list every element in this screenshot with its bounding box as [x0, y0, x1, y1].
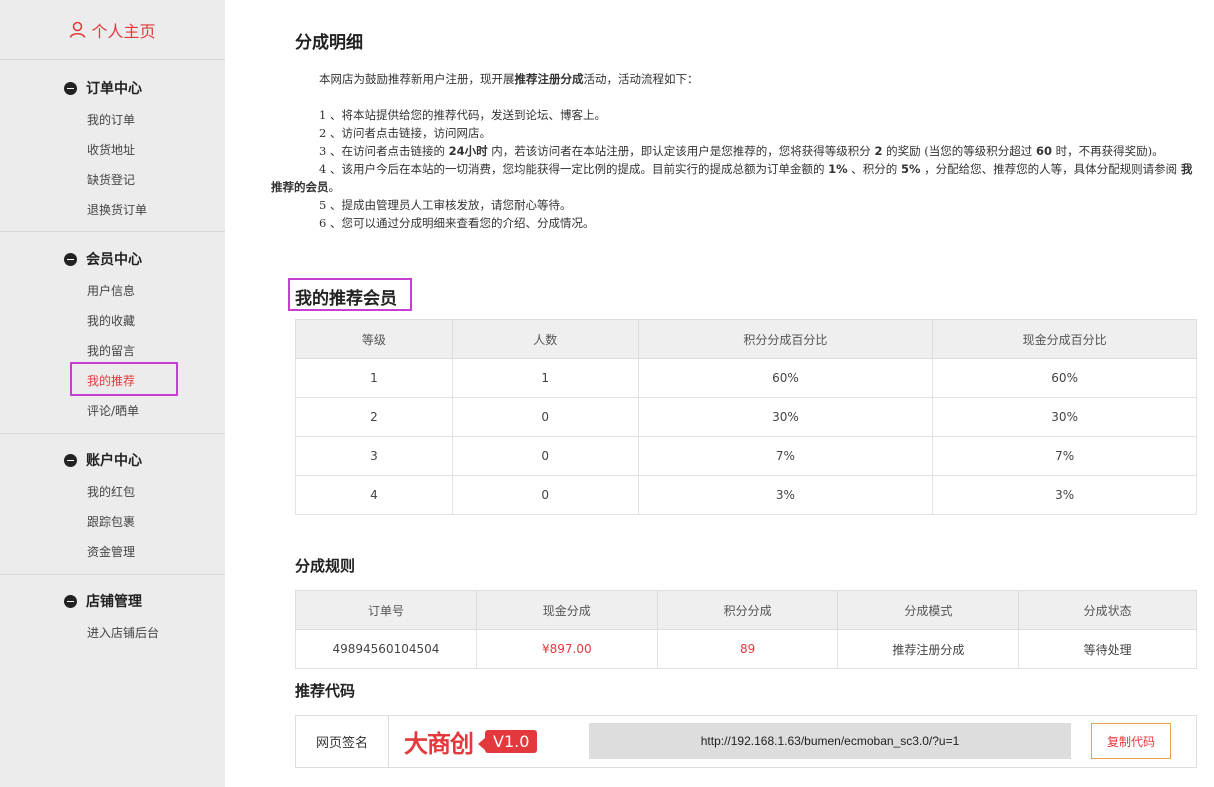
menu-item-address[interactable]: 收货地址 — [87, 141, 135, 158]
column-header: 人数 — [451, 319, 639, 359]
menu-group-member: 会员中心 用户信息 我的收藏 我的留言 我的推荐 评论/晒单 — [0, 232, 225, 434]
intro-text: 本网店为鼓励推荐新用户注册，现开展推荐注册分成活动，活动流程如下： 1 、将本站… — [271, 70, 1200, 232]
table-cell: 0 — [451, 397, 639, 437]
group-title-store[interactable]: 店铺管理 — [64, 591, 142, 611]
table-cell: 30% — [637, 397, 934, 437]
table-cell: 7% — [932, 436, 1197, 476]
table-row: 3 0 7% 7% — [295, 436, 1197, 476]
highlight-box-title — [288, 278, 412, 311]
column-header: 积分分成百分比 — [637, 319, 934, 359]
table-row: 49894560104504 ¥897.00 89 推荐注册分成 等待处理 — [295, 629, 1197, 669]
rule-line-6: 6 、您可以通过分成明细来查看您的介绍、分成情况。 — [319, 216, 595, 230]
table-cell: 3 — [295, 436, 453, 476]
menu-item-messages[interactable]: 我的留言 — [87, 342, 135, 359]
group-title-orders[interactable]: 订单中心 — [64, 78, 142, 98]
table-cell: 3% — [932, 475, 1197, 515]
collapse-icon — [64, 594, 77, 608]
rule-line-1: 1 、将本站提供给您的推荐代码，发送到论坛、博客上。 — [319, 108, 606, 122]
table-header-row: 订单号 现金分成 积分分成 分成模式 分成状态 — [295, 590, 1197, 630]
menu-item-funds[interactable]: 资金管理 — [87, 543, 135, 560]
column-header: 现金分成 — [475, 590, 658, 630]
menu-item-track-package[interactable]: 跟踪包裹 — [87, 513, 135, 530]
table-cell: 30% — [932, 397, 1197, 437]
rules-table: 订单号 现金分成 积分分成 分成模式 分成状态 49894560104504 ¥… — [295, 590, 1197, 669]
table-cell: 60% — [932, 358, 1197, 398]
page-title: 分成明细 — [295, 33, 363, 53]
rule-line-3: 3 、在访问者点击链接的 24小时 内，若该访问者在本站注册，即认定该用户是您推… — [319, 144, 1164, 158]
menu-item-returns[interactable]: 退换货订单 — [87, 201, 147, 218]
table-row: 1 1 60% 60% — [295, 358, 1197, 398]
referral-code-box: 网页签名 大商创 V1.0 复制代码 — [295, 715, 1197, 768]
table-cell: 7% — [637, 436, 934, 476]
table-cell: 1 — [451, 358, 639, 398]
intro-paragraph: 本网店为鼓励推荐新用户注册，现开展推荐注册分成活动，活动流程如下： — [319, 72, 699, 86]
menu-group-orders: 订单中心 我的订单 收货地址 缺货登记 退换货订单 — [0, 60, 225, 232]
table-cell: 3% — [637, 475, 934, 515]
members-table: 等级 人数 积分分成百分比 现金分成百分比 1 1 60% 60% 2 0 30… — [295, 319, 1197, 515]
table-row: 2 0 30% 30% — [295, 397, 1197, 437]
column-header: 等级 — [295, 319, 453, 359]
menu-group-store: 店铺管理 进入店铺后台 — [0, 575, 225, 787]
menu-item-favorites[interactable]: 我的收藏 — [87, 312, 135, 329]
column-header: 分成状态 — [1018, 590, 1197, 630]
share-mode-cell: 推荐注册分成 — [837, 629, 1020, 669]
rule-line-5: 5 、提成由管理员人工审核发放，请您耐心等待。 — [319, 198, 572, 212]
menu-item-stockout[interactable]: 缺货登记 — [87, 171, 135, 188]
rules-title: 分成规则 — [295, 557, 356, 575]
column-header: 分成模式 — [837, 590, 1020, 630]
menu-item-store-admin[interactable]: 进入店铺后台 — [87, 624, 159, 641]
table-header-row: 等级 人数 积分分成百分比 现金分成百分比 — [295, 319, 1197, 359]
table-cell: 1 — [295, 358, 453, 398]
home-label: 个人主页 — [91, 21, 156, 41]
collapse-icon — [64, 453, 77, 467]
table-cell: 0 — [451, 475, 639, 515]
table-row: 4 0 3% 3% — [295, 475, 1197, 515]
referral-url-field[interactable] — [589, 723, 1071, 759]
share-status-cell: 等待处理 — [1018, 629, 1197, 669]
table-cell: 4 — [295, 475, 453, 515]
column-header: 积分分成 — [656, 590, 839, 630]
table-cell: 0 — [451, 436, 639, 476]
table-cell: 60% — [637, 358, 934, 398]
menu-item-red-packets[interactable]: 我的红包 — [87, 483, 135, 500]
logo-text: 大商创 — [404, 729, 474, 758]
menu-group-account: 账户中心 我的红包 跟踪包裹 资金管理 — [0, 434, 225, 575]
site-logo: 大商创 V1.0 — [404, 725, 538, 758]
rule-line-4: 4 、该用户今后在本站的一切消费，您均能获得一定比例的提成。目前实行的提成总额为… — [271, 162, 1193, 194]
group-title-account[interactable]: 账户中心 — [64, 450, 142, 470]
menu-item-my-orders[interactable]: 我的订单 — [87, 111, 135, 128]
collapse-icon — [64, 81, 77, 95]
highlight-box-menu — [70, 362, 178, 396]
copy-code-button[interactable]: 复制代码 — [1091, 723, 1171, 759]
sidebar: 个人主页 订单中心 我的订单 收货地址 缺货登记 退换货订单 会员中心 用户信息… — [0, 0, 225, 787]
menu-item-reviews[interactable]: 评论/晒单 — [87, 402, 139, 419]
main-content: 分成明细 本网店为鼓励推荐新用户注册，现开展推荐注册分成活动，活动流程如下： 1… — [225, 0, 1214, 787]
collapse-icon — [64, 252, 77, 266]
points-share-cell: 89 — [656, 629, 839, 669]
rule-line-2: 2 、访问者点击链接，访问网店。 — [319, 126, 491, 140]
column-header: 订单号 — [295, 590, 477, 630]
code-label: 网页签名 — [296, 716, 389, 767]
order-number-cell: 49894560104504 — [295, 629, 477, 669]
cash-share-cell: ¥897.00 — [475, 629, 658, 669]
table-cell: 2 — [295, 397, 453, 437]
menu-item-user-info[interactable]: 用户信息 — [87, 282, 135, 299]
home-link[interactable]: 个人主页 — [0, 0, 225, 60]
logo-version: V1.0 — [477, 729, 538, 753]
code-title: 推荐代码 — [295, 682, 356, 700]
group-title-member[interactable]: 会员中心 — [64, 249, 142, 269]
user-icon — [70, 21, 86, 38]
column-header: 现金分成百分比 — [932, 319, 1197, 359]
